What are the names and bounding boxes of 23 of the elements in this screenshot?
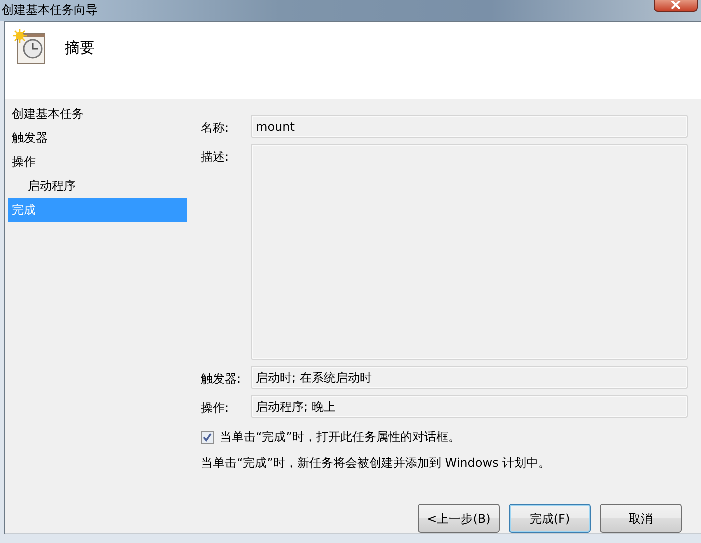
field-label: 名称: xyxy=(201,120,230,137)
window-title: 创建基本任务向导 xyxy=(2,2,98,19)
info-text: 当单击“完成”时，新任务将会被创建并添加到 Windows 计划中。 xyxy=(201,455,552,472)
field-label: 操作: xyxy=(201,400,230,417)
description-field[interactable] xyxy=(251,144,688,360)
wizard-step[interactable]: 启动程序 xyxy=(8,174,187,198)
dialog-button[interactable]: 完成(F) xyxy=(509,504,591,533)
close-icon xyxy=(671,1,681,9)
field-label: 描述: xyxy=(201,149,230,166)
dialog-button[interactable]: <上一步(B) xyxy=(418,504,500,533)
page-title: 摘要 xyxy=(65,38,95,59)
task-clock-icon xyxy=(13,29,47,65)
checkbox-label[interactable]: 当单击“完成”时，打开此任务属性的对话框。 xyxy=(220,428,460,446)
checkbox[interactable] xyxy=(201,430,214,444)
text-field[interactable]: mount xyxy=(251,115,688,138)
dialog-button[interactable]: 取消 xyxy=(600,504,682,533)
field-label: 触发器: xyxy=(201,371,242,388)
text-field[interactable]: 启动程序; 晚上 xyxy=(251,395,688,418)
close-button[interactable] xyxy=(654,0,698,12)
wizard-step[interactable]: 创建基本任务 xyxy=(8,102,187,126)
wizard-step[interactable]: 操作 xyxy=(8,150,187,174)
wizard-step[interactable]: 触发器 xyxy=(8,126,187,150)
text-field[interactable]: 启动时; 在系统启动时 xyxy=(251,366,688,389)
